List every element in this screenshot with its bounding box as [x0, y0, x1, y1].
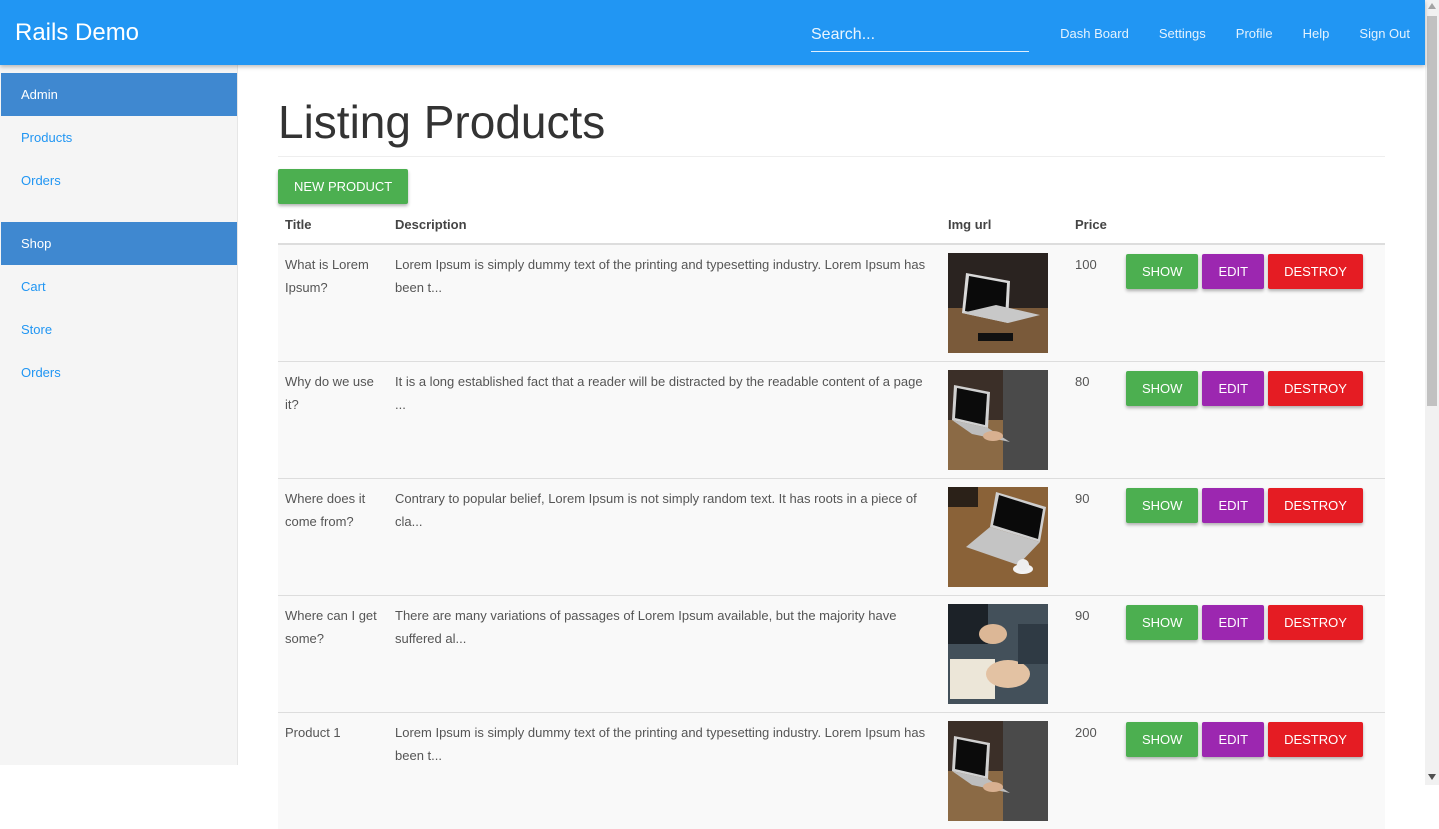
- product-actions-cell: SHOW EDIT DESTROY: [1119, 711, 1385, 829]
- nav-sign-out-link[interactable]: Sign Out: [1359, 26, 1410, 41]
- row-action-buttons: SHOW EDIT DESTROY: [1126, 253, 1378, 289]
- product-title-cell: Product 1: [278, 711, 388, 829]
- product-description-cell: Contrary to popular belief, Lorem Ipsum …: [388, 477, 941, 596]
- product-image: [948, 369, 1048, 470]
- top-nav-links: Dash Board Settings Profile Help Sign Ou…: [1060, 26, 1410, 41]
- header-description: Description: [388, 207, 941, 245]
- product-image: [948, 720, 1048, 821]
- main-content: Listing Products NEW PRODUCT Title Descr…: [278, 65, 1385, 829]
- table-row: What is Lorem Ipsum? Lorem Ipsum is simpl…: [278, 243, 1385, 362]
- page-scrollbar[interactable]: [1425, 0, 1439, 785]
- product-image-cell: [941, 477, 1068, 596]
- product-price-cell: 200: [1068, 711, 1119, 829]
- scroll-up-arrow-icon[interactable]: [1428, 3, 1436, 9]
- product-image-cell: [941, 711, 1068, 829]
- destroy-button[interactable]: DESTROY: [1268, 253, 1363, 289]
- product-image: [948, 486, 1048, 587]
- table-row: Where can I get some? There are many vari…: [278, 594, 1385, 713]
- product-actions-cell: SHOW EDIT DESTROY: [1119, 594, 1385, 713]
- title-divider: [278, 155, 1385, 157]
- sidebar-item-admin-orders[interactable]: Orders: [1, 159, 237, 202]
- nav-settings-link[interactable]: Settings: [1159, 26, 1206, 41]
- table-row: Where does it come from? Contrary to popu…: [278, 477, 1385, 596]
- edit-button[interactable]: EDIT: [1202, 487, 1265, 523]
- destroy-button[interactable]: DESTROY: [1268, 721, 1363, 757]
- product-image-cell: [941, 594, 1068, 713]
- show-button[interactable]: SHOW: [1126, 487, 1199, 523]
- show-button[interactable]: SHOW: [1126, 253, 1199, 289]
- new-product-button[interactable]: NEW PRODUCT: [278, 168, 409, 204]
- product-price-cell: 100: [1068, 243, 1119, 362]
- show-button[interactable]: SHOW: [1126, 721, 1199, 757]
- product-actions-cell: SHOW EDIT DESTROY: [1119, 477, 1385, 596]
- header-img-url: Img url: [941, 207, 1068, 245]
- sidebar-item-store[interactable]: Store: [1, 308, 237, 351]
- search-box: [811, 22, 1029, 52]
- sidebar-heading-admin[interactable]: Admin: [1, 73, 237, 116]
- product-description-cell: Lorem Ipsum is simply dummy text of the …: [388, 711, 941, 829]
- sidebar-item-shop-orders[interactable]: Orders: [1, 351, 237, 394]
- table-row: Why do we use it? It is a long establishe…: [278, 360, 1385, 479]
- product-price-cell: 90: [1068, 477, 1119, 596]
- sidebar: Admin Products Orders Shop Cart Store Or…: [0, 65, 238, 765]
- show-button[interactable]: SHOW: [1126, 370, 1199, 406]
- search-input[interactable]: [811, 22, 1029, 48]
- edit-button[interactable]: EDIT: [1202, 370, 1265, 406]
- table-row: Product 1 Lorem Ipsum is simply dummy tex…: [278, 711, 1385, 829]
- page-title: Listing Products: [278, 96, 606, 148]
- product-title-cell: Why do we use it?: [278, 360, 388, 479]
- row-action-buttons: SHOW EDIT DESTROY: [1126, 721, 1378, 757]
- scrollbar-thumb[interactable]: [1427, 16, 1437, 406]
- sidebar-item-products[interactable]: Products: [1, 116, 237, 159]
- row-action-buttons: SHOW EDIT DESTROY: [1126, 370, 1378, 406]
- product-title-cell: What is Lorem Ipsum?: [278, 243, 388, 362]
- header-title: Title: [278, 207, 388, 245]
- product-description-cell: Lorem Ipsum is simply dummy text of the …: [388, 243, 941, 362]
- header-price: Price: [1068, 207, 1119, 245]
- row-action-buttons: SHOW EDIT DESTROY: [1126, 487, 1378, 523]
- product-title-cell: Where can I get some?: [278, 594, 388, 713]
- scroll-down-arrow-icon[interactable]: [1428, 774, 1436, 780]
- product-description-cell: There are many variations of passages of…: [388, 594, 941, 713]
- product-actions-cell: SHOW EDIT DESTROY: [1119, 243, 1385, 362]
- nav-help-link[interactable]: Help: [1303, 26, 1330, 41]
- nav-dashboard-link[interactable]: Dash Board: [1060, 26, 1129, 41]
- sidebar-heading-shop[interactable]: Shop: [1, 222, 237, 265]
- top-navbar: Rails Demo Dash Board Settings Profile H…: [0, 0, 1425, 65]
- destroy-button[interactable]: DESTROY: [1268, 487, 1363, 523]
- product-image: [948, 603, 1048, 704]
- show-button[interactable]: SHOW: [1126, 604, 1199, 640]
- product-price-cell: 80: [1068, 360, 1119, 479]
- row-action-buttons: SHOW EDIT DESTROY: [1126, 604, 1378, 640]
- destroy-button[interactable]: DESTROY: [1268, 370, 1363, 406]
- edit-button[interactable]: EDIT: [1202, 253, 1265, 289]
- product-image-cell: [941, 360, 1068, 479]
- nav-profile-link[interactable]: Profile: [1236, 26, 1273, 41]
- product-description-cell: It is a long established fact that a rea…: [388, 360, 941, 479]
- product-image-cell: [941, 243, 1068, 362]
- products-table: Title Description Img url Price What is …: [278, 207, 1385, 829]
- table-header-row: Title Description Img url Price: [278, 207, 1385, 245]
- product-actions-cell: SHOW EDIT DESTROY: [1119, 360, 1385, 479]
- product-title-cell: Where does it come from?: [278, 477, 388, 596]
- brand-logo[interactable]: Rails Demo: [15, 19, 139, 47]
- header-actions: [1119, 207, 1385, 245]
- product-image: [948, 252, 1048, 353]
- sidebar-item-cart[interactable]: Cart: [1, 265, 237, 308]
- edit-button[interactable]: EDIT: [1202, 604, 1265, 640]
- edit-button[interactable]: EDIT: [1202, 721, 1265, 757]
- product-price-cell: 90: [1068, 594, 1119, 713]
- destroy-button[interactable]: DESTROY: [1268, 604, 1363, 640]
